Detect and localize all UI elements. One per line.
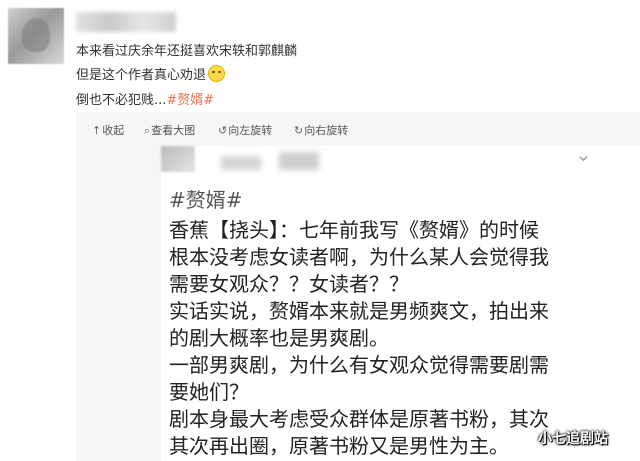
sad-face-emoji-icon bbox=[208, 65, 226, 82]
embedded-text-line: 剧本身最大考虑受众群体是原著书粉，其次 bbox=[169, 407, 549, 431]
post-text-line-2-text: 但是这个作者真心劝退 bbox=[76, 68, 207, 83]
embedded-text-line: 的剧大概率也是男爽剧。 bbox=[169, 326, 389, 350]
embedded-name-blurred-2 bbox=[279, 152, 319, 170]
embedded-text-line: 需要女观众？？女读者？？ bbox=[169, 272, 409, 296]
view-large-button[interactable]: ⌕查看大图 bbox=[144, 122, 195, 138]
image-panel: ⌄ #赘婿# 香蕉【挠头】：七年前我写《赘婿》的时候 根本没考虑女读者啊，为什么… bbox=[76, 142, 640, 461]
embedded-text-line: 要她们？ bbox=[169, 380, 249, 404]
rotate-left-button[interactable]: ↺向左旋转 bbox=[218, 122, 272, 138]
rotate-left-icon: ↺ bbox=[218, 124, 228, 137]
view-large-label: 查看大图 bbox=[151, 124, 196, 137]
embedded-text-line: 其次再出圈，原著书粉又是男性为主。 bbox=[169, 434, 509, 458]
rotate-right-button[interactable]: ↻向右旋转 bbox=[294, 122, 348, 138]
hashtag-link[interactable]: #赘婿# bbox=[166, 93, 214, 108]
chevron-down-icon: ⌄ bbox=[575, 142, 592, 166]
rotate-left-label: 向左旋转 bbox=[228, 124, 273, 137]
collapse-button[interactable]: ↑收起 bbox=[92, 122, 124, 138]
collapse-label: 收起 bbox=[102, 124, 125, 137]
post-text-line-2: 但是这个作者真心劝退 bbox=[76, 64, 226, 83]
post-text-line-3: 倒也不必犯贱...#赘婿# bbox=[76, 89, 214, 108]
rotate-right-icon: ↻ bbox=[294, 124, 304, 137]
embedded-text-line: 一部男爽剧，为什么有女观众觉得需要剧需 bbox=[169, 353, 549, 377]
embedded-text-line: 香蕉【挠头】：七年前我写《赘婿》的时候 bbox=[169, 218, 539, 242]
collapse-arrow-icon: ↑ bbox=[92, 124, 102, 137]
post-text-line-3-text: 倒也不必犯贱... bbox=[76, 93, 167, 108]
embedded-hashtag: #赘婿# bbox=[169, 188, 243, 212]
user-avatar[interactable] bbox=[8, 8, 64, 64]
screenshot-image[interactable]: ⌄ #赘婿# 香蕉【挠头】：七年前我写《赘婿》的时候 根本没考虑女读者啊，为什么… bbox=[161, 142, 640, 461]
username-blurred[interactable] bbox=[76, 12, 176, 32]
rotate-right-label: 向右旋转 bbox=[304, 124, 349, 137]
magnifier-icon: ⌕ bbox=[144, 124, 151, 137]
watermark-text: 小七追剧站 bbox=[538, 431, 608, 447]
embedded-name-blurred bbox=[221, 156, 261, 170]
embedded-text-line: 实话实说，赘婿本来就是男频爽文，拍出来 bbox=[169, 299, 549, 323]
image-toolbar: ↑收起 ⌕查看大图 ↺向左旋转 ↻向右旋转 bbox=[76, 112, 640, 146]
embedded-avatar-blurred bbox=[161, 146, 195, 172]
embedded-text-line: 根本没考虑女读者啊，为什么某人会觉得我 bbox=[169, 245, 549, 269]
post-text-line-1: 本来看过庆余年还挺喜欢宋轶和郭麒麟 bbox=[76, 44, 298, 59]
